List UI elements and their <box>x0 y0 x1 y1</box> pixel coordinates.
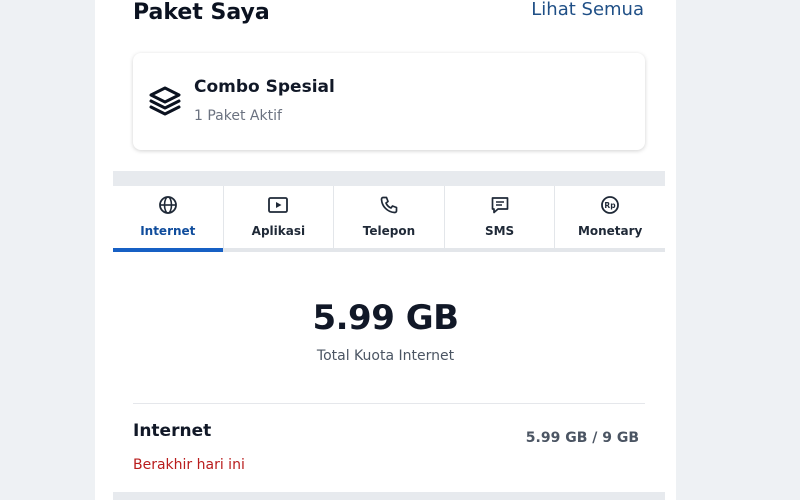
play-screen-icon <box>268 197 289 213</box>
svg-text:Rp: Rp <box>605 201 617 210</box>
tab-sms[interactable]: SMS <box>444 186 556 252</box>
tab-label: SMS <box>484 224 515 238</box>
layers-icon <box>149 86 181 116</box>
tab-internet[interactable]: Internet <box>113 186 224 252</box>
globe-icon <box>158 196 177 214</box>
total-quota: / 9 GB <box>592 430 639 446</box>
tab-aplikasi[interactable]: Aplikasi <box>223 186 335 252</box>
message-icon <box>491 197 508 214</box>
rupiah-icon: Rp <box>601 196 620 214</box>
tab-indicator <box>223 248 334 252</box>
tab-label: Internet <box>140 224 196 238</box>
package-title: Internet <box>133 421 212 441</box>
remaining-quota: 5.99 GB <box>525 430 588 446</box>
total-quota-label: Total Kuota Internet <box>316 348 455 364</box>
total-quota-value: 5.99 GB <box>312 298 459 338</box>
tab-label: Telepon <box>362 224 416 238</box>
section-divider <box>113 492 665 500</box>
tab-indicator <box>444 248 555 252</box>
see-all-link[interactable]: Lihat Semua <box>531 0 644 20</box>
phone-icon <box>380 196 398 214</box>
combo-title: Combo Spesial <box>194 77 335 97</box>
tab-indicator <box>555 248 665 252</box>
tab-monetary[interactable]: Rp Monetary <box>555 186 665 252</box>
divider <box>133 403 645 404</box>
tab-indicator <box>334 248 444 252</box>
tab-label: Monetary <box>577 224 643 238</box>
tab-indicator <box>113 248 223 252</box>
package-usage: 5.99 GB / 9 GB <box>526 430 639 446</box>
combo-package-card[interactable]: Combo Spesial 1 Paket Aktif <box>133 53 645 150</box>
section-divider <box>113 171 665 186</box>
combo-subtitle: 1 Paket Aktif <box>194 108 282 124</box>
tab-telepon[interactable]: Telepon <box>334 186 445 252</box>
app-screen: Paket Saya Lihat Semua Combo Spesial 1 P… <box>95 0 676 500</box>
expiry-text: Berakhir hari ini <box>133 457 245 473</box>
page-title: Paket Saya <box>133 0 270 25</box>
quota-tabs: Internet Aplikasi Telepon SMS Rp Monetar… <box>113 186 665 252</box>
tab-label: Aplikasi <box>251 224 306 238</box>
